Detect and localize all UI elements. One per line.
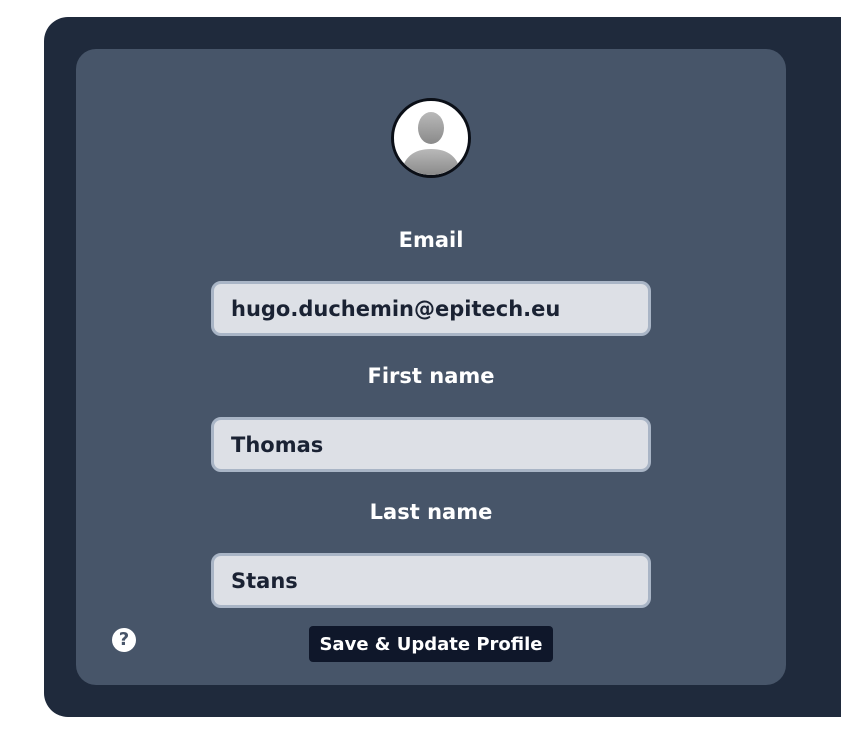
last-name-label: Last name bbox=[369, 500, 493, 524]
first-name-label: First name bbox=[367, 364, 495, 388]
email-field[interactable] bbox=[211, 281, 651, 336]
last-name-field[interactable] bbox=[211, 553, 651, 608]
profile-panel: Email First name Last name Save & Update… bbox=[44, 17, 841, 717]
first-name-field[interactable] bbox=[211, 417, 651, 472]
save-update-profile-button[interactable]: Save & Update Profile bbox=[309, 626, 553, 662]
user-silhouette-icon bbox=[401, 112, 461, 175]
profile-card: Email First name Last name Save & Update… bbox=[76, 49, 786, 685]
avatar bbox=[391, 98, 471, 178]
question-circle-icon[interactable]: ? bbox=[112, 628, 136, 652]
email-label: Email bbox=[398, 228, 464, 252]
